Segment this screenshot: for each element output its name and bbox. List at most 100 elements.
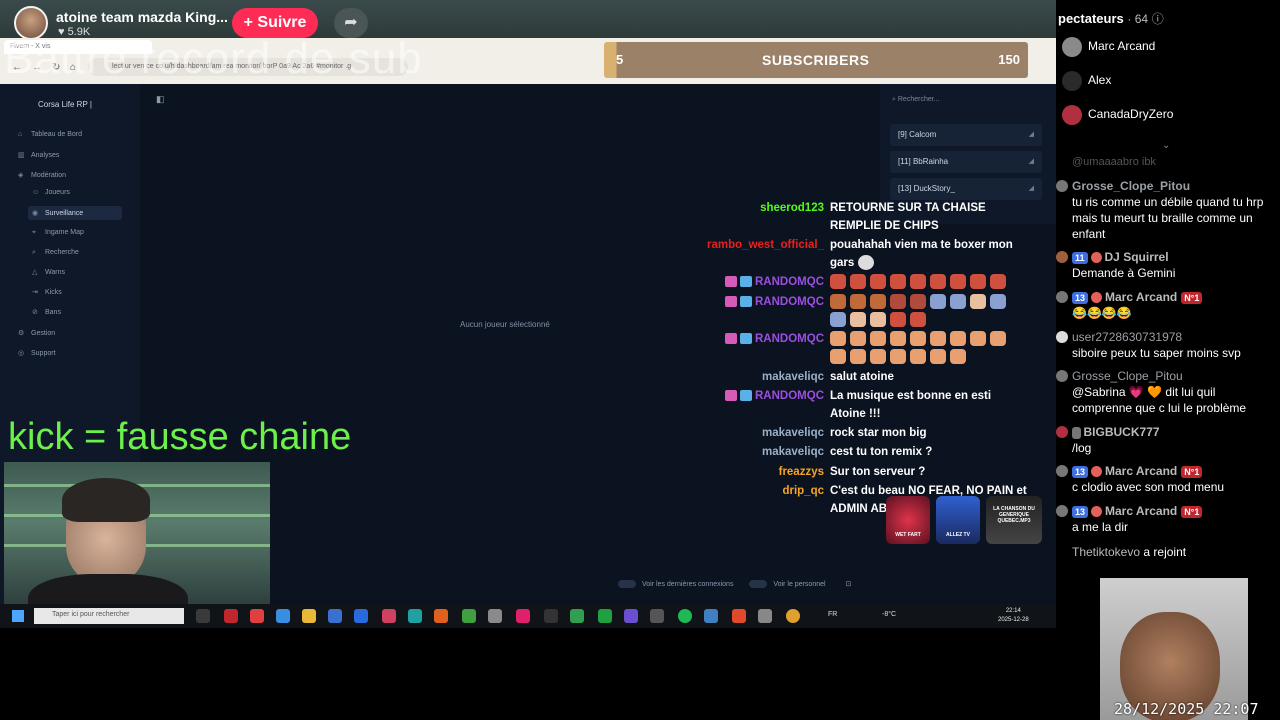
app-icon[interactable] xyxy=(224,609,238,623)
app-icon[interactable] xyxy=(382,609,396,623)
xbox-icon[interactable] xyxy=(598,609,612,623)
sidebar-item-bans[interactable]: ⊘ Bans xyxy=(32,308,61,316)
app-icon[interactable] xyxy=(250,609,264,623)
sub-goal-label: SUBSCRIBERS xyxy=(762,52,870,68)
viewers-panel: pectateurs · 64 ⓘ Marc Arcand Alex Canad… xyxy=(1056,0,1280,578)
player-row[interactable]: [13] DuckStory_ ◢ xyxy=(890,178,1042,200)
server-select[interactable]: Corsa Life RP | xyxy=(14,96,132,114)
tiktok-icon[interactable] xyxy=(516,609,530,623)
sticker-row: WET FART ALLEZ TV LA CHANSON DU GENERIQU… xyxy=(866,496,1056,546)
app-icon[interactable] xyxy=(758,609,772,623)
emote-icon xyxy=(910,331,926,347)
app-icon[interactable] xyxy=(408,609,422,623)
windows-taskbar: Taper ici pour rechercher FR -8°C 22:14 2… xyxy=(0,604,1056,628)
sidebar-item-dashboard[interactable]: ⌂ Tableau de Bord xyxy=(18,131,82,138)
rose-sticker: WET FART xyxy=(886,496,930,544)
app-icon[interactable] xyxy=(488,609,502,623)
emote-icon xyxy=(890,294,906,310)
chat-username: sheerod123 xyxy=(760,202,824,214)
sidebar-item-joueurs[interactable]: ☺ Joueurs xyxy=(32,189,70,196)
player-row[interactable]: [9] Calcom ◢ xyxy=(890,124,1042,146)
spotify-icon[interactable] xyxy=(678,609,692,623)
chevron-down-icon[interactable]: ⌄ xyxy=(1162,140,1170,151)
chat-username-text: RANDOMQC xyxy=(755,390,824,402)
sidebar-item-support[interactable]: ◎ Support xyxy=(18,349,56,357)
support-icon: ◎ xyxy=(18,350,25,357)
discord-icon[interactable] xyxy=(624,609,638,623)
comment-text: siboire peux tu saper moins svp xyxy=(1072,346,1241,360)
sidebar-collapse-icon[interactable]: ◧ xyxy=(156,94,165,105)
chat-username: freazzys xyxy=(778,466,824,478)
taskbar-clock[interactable]: 22:14 2025-12-28 xyxy=(998,607,1029,625)
app-icon[interactable] xyxy=(544,609,558,623)
sidebar-item-kicks[interactable]: ⇥ Kicks xyxy=(32,288,62,296)
info-icon[interactable]: ⓘ xyxy=(1152,12,1164,26)
edge-icon[interactable] xyxy=(276,609,290,623)
folder-icon[interactable] xyxy=(302,609,316,623)
viewer-name: Alex xyxy=(1088,73,1112,88)
viewer-item[interactable]: Alex xyxy=(1062,71,1111,91)
sidebar-item-ingame-map[interactable]: ⌖ Ingame Map xyxy=(32,229,84,237)
store-icon[interactable] xyxy=(328,609,342,623)
mail-icon[interactable] xyxy=(354,609,368,623)
map-icon: ⌖ xyxy=(32,229,36,236)
sub-badge-icon xyxy=(725,276,737,288)
chat-text: La musique est bonne en esti xyxy=(830,390,992,402)
sidebar-item-surveillance[interactable]: ◉ Surveillance xyxy=(28,206,122,220)
taskbar-search-input[interactable]: Taper ici pour rechercher xyxy=(34,608,184,624)
chat-username: RANDOMQC xyxy=(725,293,824,311)
joined-text: a rejoint xyxy=(1143,545,1187,559)
weather-indicator[interactable]: -8°C xyxy=(882,611,896,618)
windows-start-icon[interactable] xyxy=(12,610,24,622)
connections-toggle[interactable] xyxy=(618,580,636,589)
level-badge: 13 xyxy=(1072,505,1089,518)
app-icon[interactable] xyxy=(704,609,718,623)
timestamp: 28/12/2025 22:07 xyxy=(1114,700,1259,718)
host-name[interactable]: atoine team mazda King... xyxy=(56,9,228,25)
emote-icon xyxy=(950,294,966,310)
sidebar-item-recherche[interactable]: ⌕ Recherche xyxy=(32,249,79,257)
emote-icon xyxy=(950,349,966,365)
chrome-icon[interactable] xyxy=(786,609,800,623)
comment-user-name: BIGBUCK777 xyxy=(1083,425,1160,439)
warning-icon: △ xyxy=(32,269,38,276)
chat-username-text: RANDOMQC xyxy=(755,333,824,345)
app-icon[interactable] xyxy=(570,609,584,623)
avatar xyxy=(1056,251,1068,263)
chat-username: drip_qc xyxy=(782,485,824,497)
staff-toggle[interactable] xyxy=(749,580,768,589)
live-comment: 13 Marc Arcand N°1 😂😂😂😂 xyxy=(1056,289,1280,323)
viewer-item[interactable]: Marc Arcand xyxy=(1062,37,1155,57)
player-row[interactable]: [11] BbRainha ◢ xyxy=(890,151,1042,173)
sidebar-item-warns[interactable]: △ Warns xyxy=(32,268,65,276)
viewer-item[interactable]: CanadaDryZero xyxy=(1062,105,1173,125)
task-view-icon[interactable] xyxy=(196,609,210,623)
app-icon[interactable] xyxy=(732,609,746,623)
taskbar-search-placeholder: Taper ici pour rechercher xyxy=(52,611,130,618)
chat-text-cont: Atoine !!! xyxy=(830,408,881,420)
avatar xyxy=(1056,505,1068,517)
emote-icon xyxy=(850,274,866,290)
export-icon[interactable]: ⊡ xyxy=(846,581,852,588)
sidebar-item-label: Bans xyxy=(45,309,61,316)
sidebar-item-analyses[interactable]: ▥ Analyses xyxy=(18,151,59,159)
sidebar-item-gestion[interactable]: ⚙ Gestion xyxy=(18,329,55,337)
sub-goal-target: 150 xyxy=(998,52,1020,67)
avatar xyxy=(1062,105,1082,125)
language-indicator[interactable]: FR xyxy=(828,611,837,618)
chat-username: makaveliqc xyxy=(761,371,824,383)
app-icon[interactable] xyxy=(462,609,476,623)
app-icon[interactable] xyxy=(434,609,448,623)
player-search-input[interactable]: ⌕ Rechercher... xyxy=(892,94,1042,108)
app-icon[interactable] xyxy=(650,609,664,623)
emote-icon xyxy=(930,274,946,290)
emote-icon xyxy=(910,312,926,328)
emote-icon xyxy=(870,312,886,328)
chat-text: rock star mon big xyxy=(830,427,927,439)
police-sticker: ALLEZ TV xyxy=(936,496,980,544)
chat-text: RETOURNE SUR TA CHAISE xyxy=(830,202,986,214)
chat-text: Sur ton serveur ? xyxy=(830,466,926,478)
avatar xyxy=(1056,291,1068,303)
gear-icon: ⚙ xyxy=(18,330,25,337)
sidebar-item-moderation[interactable]: ◈ Modération xyxy=(18,171,66,179)
